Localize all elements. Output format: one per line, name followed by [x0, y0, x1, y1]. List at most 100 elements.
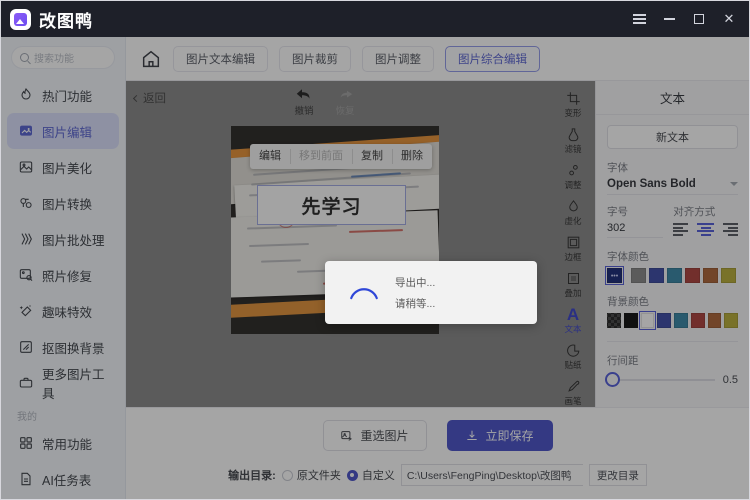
document-icon — [17, 471, 34, 488]
tab-image-adjust[interactable]: 图片调整 — [362, 45, 434, 72]
search-input[interactable]: 搜索功能 — [11, 46, 115, 69]
back-button[interactable]: 返回 — [132, 90, 166, 106]
bg-color-swatch-selected[interactable] — [638, 311, 657, 330]
toolbox-icon — [17, 375, 34, 392]
sidebar-item-photo-repair[interactable]: 照片修复 — [7, 257, 119, 293]
canvas-toolbar: 返回 撤销 恢复 — [126, 81, 551, 125]
app-title: 改图鸭 — [39, 11, 93, 31]
tab-image-crop[interactable]: 图片裁剪 — [279, 45, 351, 72]
action-buttons: 重选图片 立即保存 — [322, 420, 553, 451]
home-icon[interactable] — [140, 48, 162, 70]
adjust-icon — [568, 165, 578, 176]
save-now-button[interactable]: 立即保存 — [446, 420, 553, 451]
undo-button[interactable]: 撤销 — [294, 87, 314, 117]
bg-color-swatch[interactable] — [690, 313, 705, 328]
slider-track[interactable] — [605, 372, 715, 387]
minimize-icon[interactable] — [655, 6, 683, 32]
sidebar-item-fun-effects[interactable]: 趣味特效 — [7, 293, 119, 329]
font-color-swatch[interactable] — [649, 268, 664, 283]
modal-text-group: 导出中... 请稍等... — [395, 275, 435, 311]
sidebar-item-more-tools[interactable]: 更多图片工具 — [7, 365, 119, 401]
new-text-button[interactable]: 新文本 — [607, 125, 738, 149]
font-color-swatch[interactable] — [667, 268, 682, 283]
font-color-swatch[interactable] — [631, 268, 646, 283]
tool-label: 边框 — [564, 252, 582, 262]
tool-blur[interactable]: 虚化 — [553, 195, 593, 230]
sidebar-item-label: 图片美化 — [42, 161, 93, 176]
bg-color-swatch[interactable] — [623, 313, 638, 328]
change-directory-button[interactable]: 更改目录 — [588, 464, 647, 486]
context-menu-item-edit[interactable]: 编辑 — [250, 144, 290, 169]
font-color-swatch[interactable] — [685, 268, 700, 283]
sidebar-item-image-edit[interactable]: 图片编辑 — [7, 113, 119, 149]
tool-label: 变形 — [564, 108, 582, 118]
tool-filter[interactable]: 滤镜 — [553, 123, 593, 158]
title-bar: 改图鸭 ✕ — [1, 1, 749, 37]
tool-transform[interactable]: 变形 — [553, 87, 593, 122]
radio-icon — [281, 469, 293, 481]
output-label: 输出目录: — [228, 470, 276, 482]
sidebar-item-common-features[interactable]: 常用功能 — [7, 425, 119, 461]
tool-adjust[interactable]: 调整 — [553, 159, 593, 194]
tool-overlay[interactable]: 叠加 — [553, 267, 593, 302]
font-color-swatch[interactable] — [721, 268, 736, 283]
sidebar-item-hot-features[interactable]: 热门功能 — [7, 77, 119, 113]
bottom-bar: 重选图片 立即保存 输出目录: 原文件夹 自定义 C:\Users\FengPi… — [126, 407, 749, 499]
sidebar-item-image-beautify[interactable]: 图片美化 — [7, 149, 119, 185]
font-size-input[interactable]: 302 — [607, 222, 664, 238]
hamburger-menu-icon[interactable] — [625, 6, 653, 32]
close-icon[interactable]: ✕ — [715, 6, 743, 32]
download-icon — [467, 430, 478, 440]
bg-color-swatch[interactable] — [657, 313, 671, 328]
context-menu-item-bring-to-front[interactable]: 移到前面 — [290, 144, 352, 169]
image-swap-icon — [341, 430, 353, 441]
search-wrapper: 搜索功能 — [1, 46, 125, 75]
output-path-input[interactable]: C:\Users\FengPing\Desktop\改图鸭 — [400, 464, 583, 486]
slider-knob[interactable] — [605, 372, 620, 387]
tab-image-text-edit[interactable]: 图片文本编辑 — [173, 45, 268, 72]
bg-color-swatch[interactable] — [674, 313, 688, 328]
maximize-icon[interactable] — [685, 6, 713, 32]
align-right-button[interactable] — [723, 223, 738, 236]
context-menu-item-delete[interactable]: 删除 — [392, 144, 432, 169]
align-left-button[interactable] — [673, 223, 689, 236]
tool-label: 滤镜 — [564, 144, 582, 154]
text-overlay-element[interactable]: 先学习 — [257, 185, 406, 225]
bg-color-swatch[interactable] — [707, 313, 722, 328]
font-label: 字体 — [607, 162, 628, 174]
radio-original-folder[interactable]: 原文件夹 — [281, 467, 341, 483]
sidebar-item-cutout-background[interactable]: 抠图换背景 — [7, 329, 119, 365]
sidebar-item-batch-process[interactable]: 图片批处理 — [7, 221, 119, 257]
align-center-button[interactable] — [697, 223, 714, 236]
sidebar-item-label: AI任务表 — [42, 473, 92, 488]
tool-label: 虚化 — [564, 216, 582, 226]
radio-icon-selected — [346, 469, 358, 481]
export-loading-modal: 导出中... 请稍等... — [325, 261, 537, 324]
context-menu-item-copy[interactable]: 复制 — [352, 144, 392, 169]
bg-color-transparent[interactable] — [607, 313, 621, 328]
photo-repair-icon — [17, 267, 34, 284]
reselect-image-button[interactable]: 重选图片 — [322, 420, 427, 451]
sidebar: 搜索功能 热门功能 图片编辑 图片美化 图片转换 图片批处理 照片修复 趣味特效… — [1, 37, 126, 499]
text-icon: A — [566, 305, 580, 324]
context-menu[interactable]: 编辑 移到前面 复制 删除 — [250, 144, 432, 169]
size-label: 字号 — [607, 206, 628, 218]
tool-border[interactable]: 边框 — [553, 231, 593, 266]
tab-image-comprehensive-edit[interactable]: 图片综合编辑 — [445, 45, 540, 72]
radio-custom-folder[interactable]: 自定义 — [346, 467, 395, 483]
line-spacing-slider[interactable]: 0.5 — [605, 372, 738, 387]
tool-brush[interactable]: 画笔 — [553, 375, 593, 410]
bg-color-swatch[interactable] — [724, 313, 738, 328]
font-color-swatch[interactable] — [703, 268, 718, 283]
redo-button[interactable]: 恢复 — [336, 87, 355, 117]
panel-body: 新文本 字体 Open Sans Bold 字号 302 对齐方式 字体颜色 •… — [596, 115, 749, 387]
font-color-current[interactable] — [605, 266, 624, 285]
sidebar-item-ai-task-list[interactable]: AI任务表 — [7, 461, 119, 497]
sidebar-item-label: 图片编辑 — [42, 125, 93, 140]
text-overlay-content: 先学习 — [301, 196, 362, 218]
sidebar-item-image-convert[interactable]: 图片转换 — [7, 185, 119, 221]
sidebar-item-label: 图片转换 — [42, 197, 93, 212]
font-select[interactable]: Open Sans Bold — [607, 178, 738, 195]
tool-sticker[interactable]: 贴纸 — [553, 339, 593, 374]
tool-text[interactable]: A 文本 — [553, 303, 593, 338]
